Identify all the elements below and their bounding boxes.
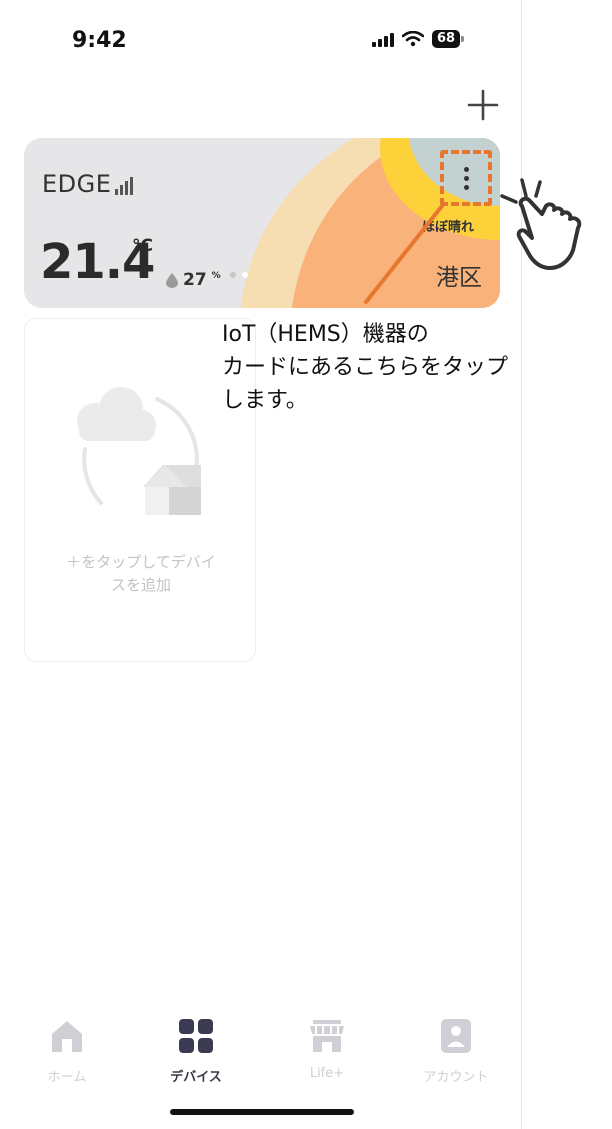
add-device-illustration [77, 387, 201, 515]
callout-line: カードにあるこちらをタップ [222, 355, 509, 380]
nav-label-active: デバイス [170, 1070, 222, 1085]
weather-device-card[interactable]: EDGE 21.4 °C 27 % ほぼ晴れ 港区 [24, 138, 500, 308]
add-device-hint: ＋をタップしてデバイ スを追加 [45, 551, 237, 597]
nav-label: Life+ [309, 1066, 345, 1081]
nav-life-plus[interactable]: Life+ [272, 1016, 382, 1081]
wifi-icon [402, 31, 424, 47]
phone-screen: 9:42 68 EDGE 21.4 °C 27 % ほぼ晴れ 港区 ＋をタップし… [0, 0, 522, 1129]
devices-grid-icon [179, 1019, 213, 1053]
nav-devices[interactable]: デバイス [141, 1016, 251, 1085]
humidity-value: 27 [183, 270, 207, 290]
plus-icon[interactable] [466, 88, 500, 122]
page-indicator [230, 272, 248, 278]
add-device-hint-line: スを追加 [110, 576, 171, 594]
humidity-unit: % [211, 271, 221, 281]
location-label: 港区 [436, 265, 482, 291]
brand-logo: EDGE [42, 170, 134, 198]
temperature-unit: °C [132, 236, 153, 256]
nav-label: ホーム [47, 1070, 87, 1085]
bottom-navigation: ホーム デバイス Life+ アカウント [0, 1016, 522, 1096]
account-icon [441, 1019, 471, 1053]
page-dot-active [242, 272, 248, 278]
store-icon [310, 1020, 344, 1052]
brand-name: EDGE [42, 170, 112, 198]
home-icon [52, 1021, 82, 1052]
water-drop-icon [166, 272, 178, 288]
nav-account[interactable]: アカウント [401, 1016, 511, 1085]
nav-label: アカウント [423, 1070, 489, 1085]
tap-hand-icon [500, 178, 582, 270]
humidity: 27 % [166, 270, 221, 290]
status-time: 9:42 [72, 28, 127, 53]
callout-line: IoT（HEMS）機器の [222, 322, 429, 347]
add-device-hint-line: ＋をタップしてデバイ [66, 553, 216, 571]
more-vertical-icon[interactable] [440, 150, 492, 206]
nav-home[interactable]: ホーム [12, 1016, 122, 1085]
signal-bars-icon [115, 177, 134, 198]
cellular-signal-icon [372, 31, 394, 47]
home-indicator [170, 1109, 354, 1115]
weather-condition: ほぼ晴れ [422, 220, 475, 235]
callout-line: します。 [222, 388, 308, 413]
status-icons: 68 [372, 30, 465, 48]
battery-indicator: 68 [432, 30, 465, 48]
instruction-callout: IoT（HEMS）機器の カードにあるこちらをタップ します。 [222, 318, 522, 417]
page-dot [230, 272, 236, 278]
